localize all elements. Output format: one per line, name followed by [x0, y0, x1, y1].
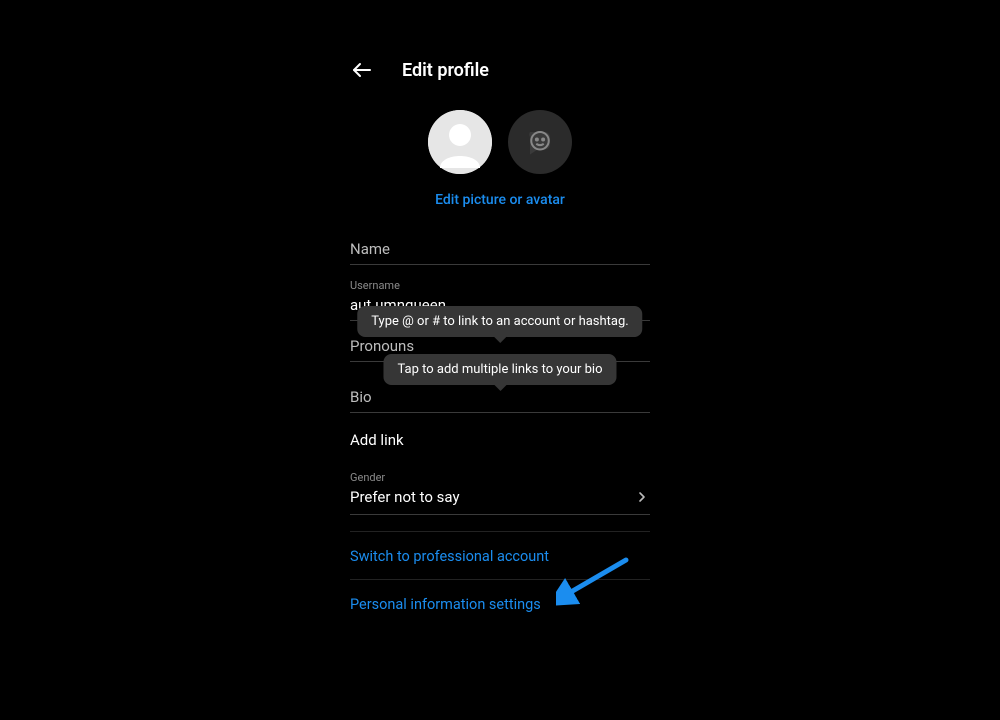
name-field[interactable]: Name	[350, 238, 650, 265]
chevron-right-icon	[634, 489, 650, 509]
link-hint-tooltip: Tap to add multiple links to your bio	[383, 354, 616, 385]
gender-label: Gender	[350, 471, 650, 484]
personal-info-link: Personal information settings	[350, 596, 541, 613]
avatar-face-icon	[525, 127, 555, 157]
name-label: Name	[350, 238, 650, 258]
personal-info-row[interactable]: Personal information settings	[350, 579, 650, 627]
avatar-option[interactable]	[508, 110, 572, 174]
profile-picture[interactable]	[428, 110, 492, 174]
gender-value: Prefer not to say	[350, 488, 650, 506]
switch-professional-link: Switch to professional account	[350, 548, 549, 565]
person-silhouette-icon	[428, 110, 492, 174]
edit-profile-screen: Edit profile Edit picture or avatar Name…	[350, 0, 650, 627]
avatar-row	[350, 110, 650, 174]
username-label: Username	[350, 279, 650, 292]
bio-hint-tooltip: Type @ or # to link to an account or has…	[357, 306, 642, 337]
add-link-button[interactable]: Add link	[350, 431, 650, 449]
header: Edit profile	[350, 58, 650, 82]
back-arrow-icon[interactable]	[350, 58, 374, 82]
switch-professional-row[interactable]: Switch to professional account	[350, 531, 650, 579]
gender-field[interactable]: Gender Prefer not to say	[350, 471, 650, 515]
page-title: Edit profile	[402, 60, 489, 81]
edit-picture-link[interactable]: Edit picture or avatar	[350, 192, 650, 208]
